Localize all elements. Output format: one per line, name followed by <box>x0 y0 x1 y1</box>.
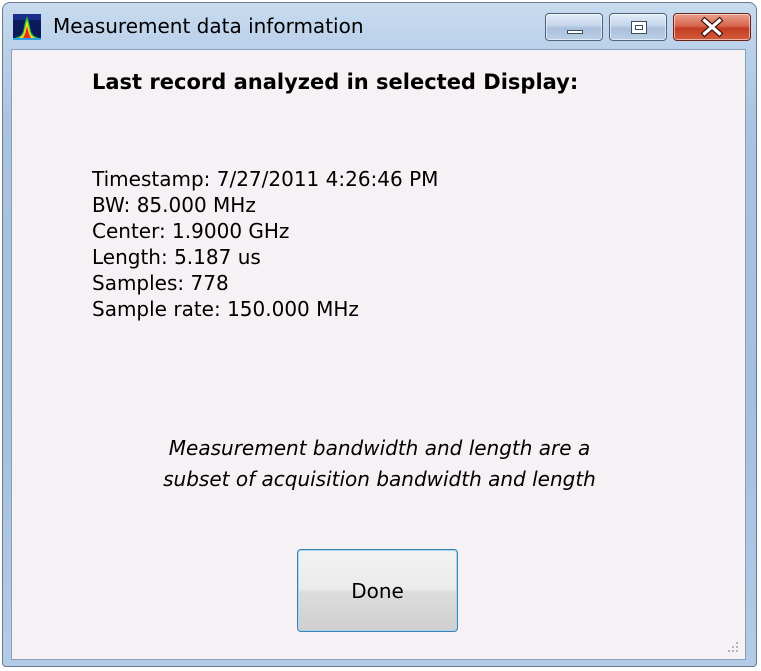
info-samples: Samples: 778 <box>92 271 229 295</box>
minimize-icon <box>567 30 583 34</box>
info-sample-rate: Sample rate: 150.000 MHz <box>92 297 359 321</box>
dialog-heading: Last record analyzed in selected Display… <box>92 70 579 94</box>
note-line: subset of acquisition bandwidth and leng… <box>163 467 596 491</box>
note-line: Measurement bandwidth and length are a <box>168 436 591 460</box>
info-timestamp: Timestamp: 7/27/2011 4:26:46 PM <box>92 167 439 191</box>
close-button[interactable] <box>673 13 751 41</box>
info-bandwidth: BW: 85.000 MHz <box>92 193 256 217</box>
title-bar[interactable]: Measurement data information <box>3 3 756 49</box>
info-center-frequency: Center: 1.9000 GHz <box>92 219 290 243</box>
measurement-info-list: Timestamp: 7/27/2011 4:26:46 PM BW: 85.0… <box>92 166 438 322</box>
dialog-window: Measurement data information Last record… <box>2 2 757 667</box>
subset-note: Measurement bandwidth and length are a s… <box>12 433 747 495</box>
spectrum-app-icon[interactable] <box>13 14 41 40</box>
done-button[interactable]: Done <box>297 549 458 632</box>
maximize-button[interactable] <box>609 13 667 41</box>
window-title: Measurement data information <box>53 14 364 38</box>
minimize-button[interactable] <box>545 13 603 41</box>
dialog-content: Last record analyzed in selected Display… <box>11 49 746 660</box>
resize-grip-icon[interactable] <box>725 639 739 653</box>
close-icon <box>700 16 724 38</box>
info-length: Length: 5.187 us <box>92 245 261 269</box>
maximize-icon <box>631 21 647 34</box>
